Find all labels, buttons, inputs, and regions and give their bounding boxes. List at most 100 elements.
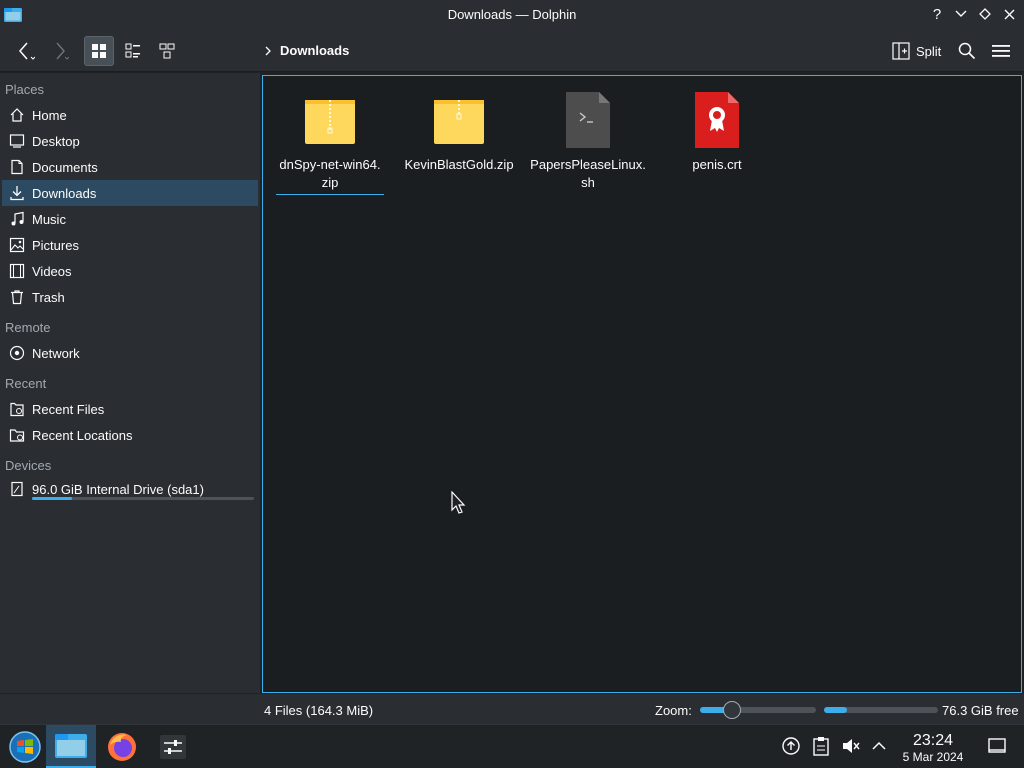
recent-locations-icon xyxy=(9,427,25,443)
free-space-fill xyxy=(824,707,847,713)
file-name-line1: KevinBlastGold.zip xyxy=(404,157,514,172)
show-desktop-button[interactable] xyxy=(986,735,1008,757)
toolbar: Downloads Split xyxy=(0,30,1024,72)
file-name-line2: zip xyxy=(321,175,339,190)
drive-usage-bar xyxy=(32,497,254,500)
sidebar-item-network[interactable]: Network xyxy=(2,340,258,366)
application-launcher-button[interactable] xyxy=(0,725,50,768)
dolphin-app-icon xyxy=(55,733,87,758)
maximize-icon xyxy=(979,8,991,20)
breadcrumb[interactable]: Downloads xyxy=(264,43,349,58)
split-view-icon xyxy=(892,42,910,60)
chevron-right-icon xyxy=(265,46,271,55)
compact-view-button[interactable] xyxy=(118,36,148,66)
clipboard-icon xyxy=(813,737,829,756)
status-summary: 4 Files (164.3 MiB) xyxy=(264,703,374,718)
split-label: Split xyxy=(916,43,942,59)
volume-muted-icon xyxy=(843,739,860,753)
minimize-button[interactable] xyxy=(952,4,970,24)
recent-files-icon xyxy=(9,401,25,417)
tray-volume[interactable] xyxy=(840,735,862,757)
icons-view-button[interactable] xyxy=(84,36,114,66)
sidebar-item-trash[interactable]: Trash xyxy=(2,284,258,310)
details-view-icon xyxy=(159,43,175,59)
music-icon xyxy=(9,211,25,227)
file-name-line1: PapersPleaseLinux. xyxy=(530,157,646,172)
drive-usage-fill xyxy=(32,497,72,500)
firefox-icon xyxy=(108,733,136,761)
zoom-label: Zoom: xyxy=(655,703,692,718)
search-icon xyxy=(958,42,976,60)
digital-clock[interactable]: 23:24 5 Mar 2024 xyxy=(890,732,976,764)
sidebar-item-label: Recent Files xyxy=(32,401,105,417)
close-button[interactable] xyxy=(1000,4,1018,24)
sidebar-item-desktop[interactable]: Desktop xyxy=(2,128,258,154)
sidebar-item-label: 96.0 GiB Internal Drive (sda1) xyxy=(32,481,204,497)
file-name-line2: sh xyxy=(581,175,595,190)
chevron-up-icon xyxy=(872,741,886,750)
sidebar-item-label: Home xyxy=(32,107,67,123)
sidebar-item-label: Downloads xyxy=(32,185,97,201)
sidebar-item-recent-files[interactable]: Recent Files xyxy=(2,396,258,422)
close-icon xyxy=(1004,9,1014,19)
maximize-button[interactable] xyxy=(976,4,994,24)
file-item-papersplease-sh[interactable]: PapersPleaseLinux. sh xyxy=(528,90,648,192)
sidebar-item-label: Network xyxy=(32,345,80,361)
zoom-slider-handle[interactable] xyxy=(723,701,742,719)
file-item-certificate-crt[interactable]: penis.crt xyxy=(657,90,777,174)
zip-archive-icon xyxy=(431,90,487,150)
network-icon xyxy=(9,345,25,361)
file-view[interactable]: dnSpy-net-win64. zip KevinBlastGold.zip xyxy=(262,75,1022,693)
trash-icon xyxy=(9,289,25,305)
forward-button[interactable] xyxy=(44,36,74,66)
help-button[interactable]: ? xyxy=(928,4,946,24)
sidebar-item-recent-locations[interactable]: Recent Locations xyxy=(2,422,258,448)
sidebar-item-label: Videos xyxy=(32,263,72,279)
sidebar-item-downloads[interactable]: Downloads xyxy=(2,180,258,206)
home-icon xyxy=(9,107,25,123)
help-icon: ? xyxy=(932,5,942,23)
mouse-cursor-icon xyxy=(451,491,466,514)
tray-expand[interactable] xyxy=(868,735,890,757)
taskbar-settings[interactable] xyxy=(148,725,198,768)
sidebar-item-label: Pictures xyxy=(32,237,79,253)
sidebar-item-music[interactable]: Music xyxy=(2,206,258,232)
taskbar: 23:24 5 Mar 2024 xyxy=(0,724,1024,768)
update-icon xyxy=(782,737,800,755)
file-name-line1: penis.crt xyxy=(692,157,742,172)
free-space-label: 76.3 GiB free xyxy=(942,703,1019,718)
taskbar-dolphin[interactable] xyxy=(46,725,96,768)
zoom-slider[interactable] xyxy=(700,701,816,719)
videos-icon xyxy=(9,263,25,279)
section-places: Places xyxy=(5,82,45,97)
sidebar-item-documents[interactable]: Documents xyxy=(2,154,258,180)
drive-icon xyxy=(9,481,25,497)
zip-archive-icon xyxy=(302,90,358,150)
hamburger-menu-button[interactable] xyxy=(986,36,1016,66)
split-button[interactable]: Split xyxy=(888,36,945,66)
pictures-icon xyxy=(9,237,25,253)
file-item-kevinblastgold-zip[interactable]: KevinBlastGold.zip xyxy=(399,90,519,174)
desktop-icon xyxy=(9,133,25,149)
sidebar-item-videos[interactable]: Videos xyxy=(2,258,258,284)
breadcrumb-downloads[interactable]: Downloads xyxy=(280,43,349,58)
section-recent: Recent xyxy=(5,376,47,391)
tray-clipboard[interactable] xyxy=(810,735,832,757)
search-button[interactable] xyxy=(952,36,982,66)
show-desktop-icon xyxy=(988,738,1006,753)
details-view-button[interactable] xyxy=(152,36,182,66)
sidebar-item-home[interactable]: Home xyxy=(2,102,258,128)
tray-updates[interactable] xyxy=(780,735,802,757)
clock-time: 23:24 xyxy=(912,732,954,749)
sidebar-item-pictures[interactable]: Pictures xyxy=(2,232,258,258)
free-space-bar[interactable] xyxy=(824,707,938,713)
minimize-icon xyxy=(955,10,967,17)
sidebar-item-label: Recent Locations xyxy=(32,427,133,443)
taskbar-firefox[interactable] xyxy=(97,725,147,768)
section-remote: Remote xyxy=(5,320,51,335)
icons-view-icon xyxy=(92,44,106,58)
certificate-icon xyxy=(689,90,745,150)
file-item-dnspy-zip[interactable]: dnSpy-net-win64. zip xyxy=(270,90,390,195)
status-bar: 4 Files (164.3 MiB) Zoom: 76.3 GiB free xyxy=(0,694,1024,724)
back-button[interactable] xyxy=(10,36,40,66)
